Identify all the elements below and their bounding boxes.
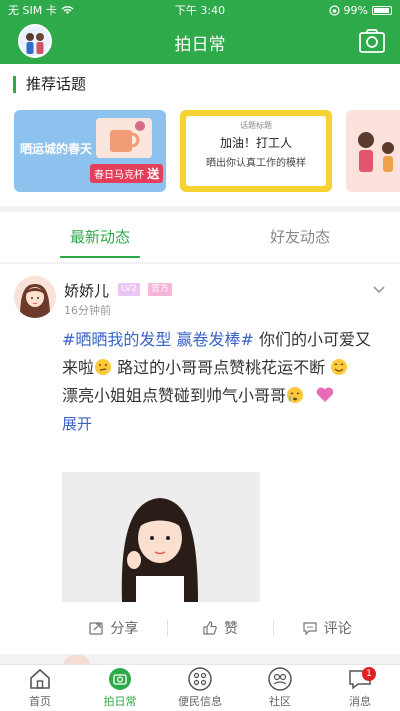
camera-icon[interactable] <box>358 28 386 54</box>
tab-home[interactable]: 首页 <box>0 665 80 711</box>
post-content: #晒晒我的发型 赢卷发棒# 你们的小可爱又来啦 路过的小哥哥点赞桃花运不断 漂亮… <box>62 326 382 438</box>
topic-card-family[interactable] <box>346 110 400 192</box>
tab-community[interactable]: 社区 <box>240 665 320 711</box>
tab-friends[interactable]: 好友动态 <box>200 212 400 262</box>
topic-card-spring[interactable]: 晒运城的春天 春日马克杯 送 <box>14 110 166 192</box>
cry-emoji-icon <box>287 387 304 403</box>
recommended-topics: 推荐话题 晒运城的春天 春日马克杯 送 话题标题 加油！打工人 晒出你认真工作的… <box>0 64 400 206</box>
comment-label: 评论 <box>323 621 352 637</box>
expand-link[interactable]: 展开 <box>62 415 92 433</box>
tab-label: 消息 <box>349 695 371 708</box>
like-label: 赞 <box>224 621 238 637</box>
tab-latest[interactable]: 最新动态 <box>0 212 200 262</box>
gift-image <box>96 118 152 158</box>
avatar[interactable] <box>14 276 56 318</box>
post-card: 娇娇儿 LV2 官方 16分钟前 #晒晒我的发型 赢卷发棒# 你们的小可爱又来啦… <box>0 264 400 654</box>
post-actions: 分享 赞 评论 <box>60 616 380 640</box>
thinking-emoji-icon <box>95 359 112 375</box>
tab-label: 首页 <box>29 695 51 708</box>
chevron-down-icon[interactable] <box>372 282 386 296</box>
topic-card-title: 晒运城的春天 <box>20 142 93 156</box>
role-badge: 官方 <box>148 283 173 296</box>
topic-card-sub: 春日马克杯 <box>94 170 144 181</box>
thumbs-up-icon <box>203 621 217 635</box>
section-title: 推荐话题 <box>13 76 86 93</box>
bottom-tab-bar: 首页 拍日常 便民信息 社区 消息 1 <box>0 664 400 711</box>
smile-emoji-icon <box>331 359 348 375</box>
page-title: 拍日常 <box>174 34 226 55</box>
share-label: 分享 <box>110 621 139 637</box>
topic-card-worker[interactable]: 话题标题 加油！打工人 晒出你认真工作的模样 <box>180 110 332 192</box>
heart-emoji-icon <box>316 387 334 402</box>
orientation-lock-icon <box>328 4 340 16</box>
topic-card-title: 加油！打工人 <box>219 136 292 150</box>
hashtag-link[interactable]: #晒晒我的发型 赢卷发棒# <box>62 330 254 349</box>
unread-badge: 1 <box>362 667 376 681</box>
carrier-text: 无 SIM 卡 <box>8 4 57 17</box>
battery-icon <box>372 5 392 15</box>
topic-card-sub: 晒出你认真工作的模样 <box>206 158 306 169</box>
like-button[interactable]: 赞 <box>166 616 274 640</box>
post-text-line: 漂亮小姐姐点赞碰到帅气小哥哥 <box>62 386 287 405</box>
nav-bar: 拍日常 <box>0 20 400 64</box>
avatar-couple-icon[interactable] <box>18 24 52 58</box>
tab-services[interactable]: 便民信息 <box>160 665 240 711</box>
feed-tabs: 最新动态 好友动态 <box>0 212 400 262</box>
wifi-icon <box>61 6 74 14</box>
topic-card-hint: 话题标题 <box>240 121 272 130</box>
post-time: 16分钟前 <box>64 304 111 317</box>
grid-icon <box>188 667 212 691</box>
topic-card-tag: 送 <box>147 167 160 181</box>
camera-circle-icon <box>109 668 131 690</box>
tab-daily[interactable]: 拍日常 <box>80 665 160 711</box>
comment-button[interactable]: 评论 <box>273 616 380 640</box>
comment-icon <box>303 622 317 636</box>
post-text-line: 路过的小哥哥点赞桃花运不断 <box>117 358 326 377</box>
home-icon <box>30 668 50 689</box>
tab-messages[interactable]: 消息 1 <box>320 665 400 711</box>
tab-label: 便民信息 <box>178 695 222 708</box>
share-button[interactable]: 分享 <box>60 616 167 640</box>
level-badge: LV2 <box>118 283 140 296</box>
tab-label: 拍日常 <box>103 695 137 708</box>
status-bar: 无 SIM 卡 下午 3:40 99% <box>0 0 400 20</box>
family-illustration <box>358 132 394 172</box>
share-icon <box>89 622 103 635</box>
battery-percent: 99% <box>343 3 368 17</box>
post-photo[interactable] <box>62 472 260 602</box>
community-icon <box>268 667 292 691</box>
author-name[interactable]: 娇娇儿 <box>64 280 109 301</box>
tab-label: 社区 <box>269 695 291 708</box>
